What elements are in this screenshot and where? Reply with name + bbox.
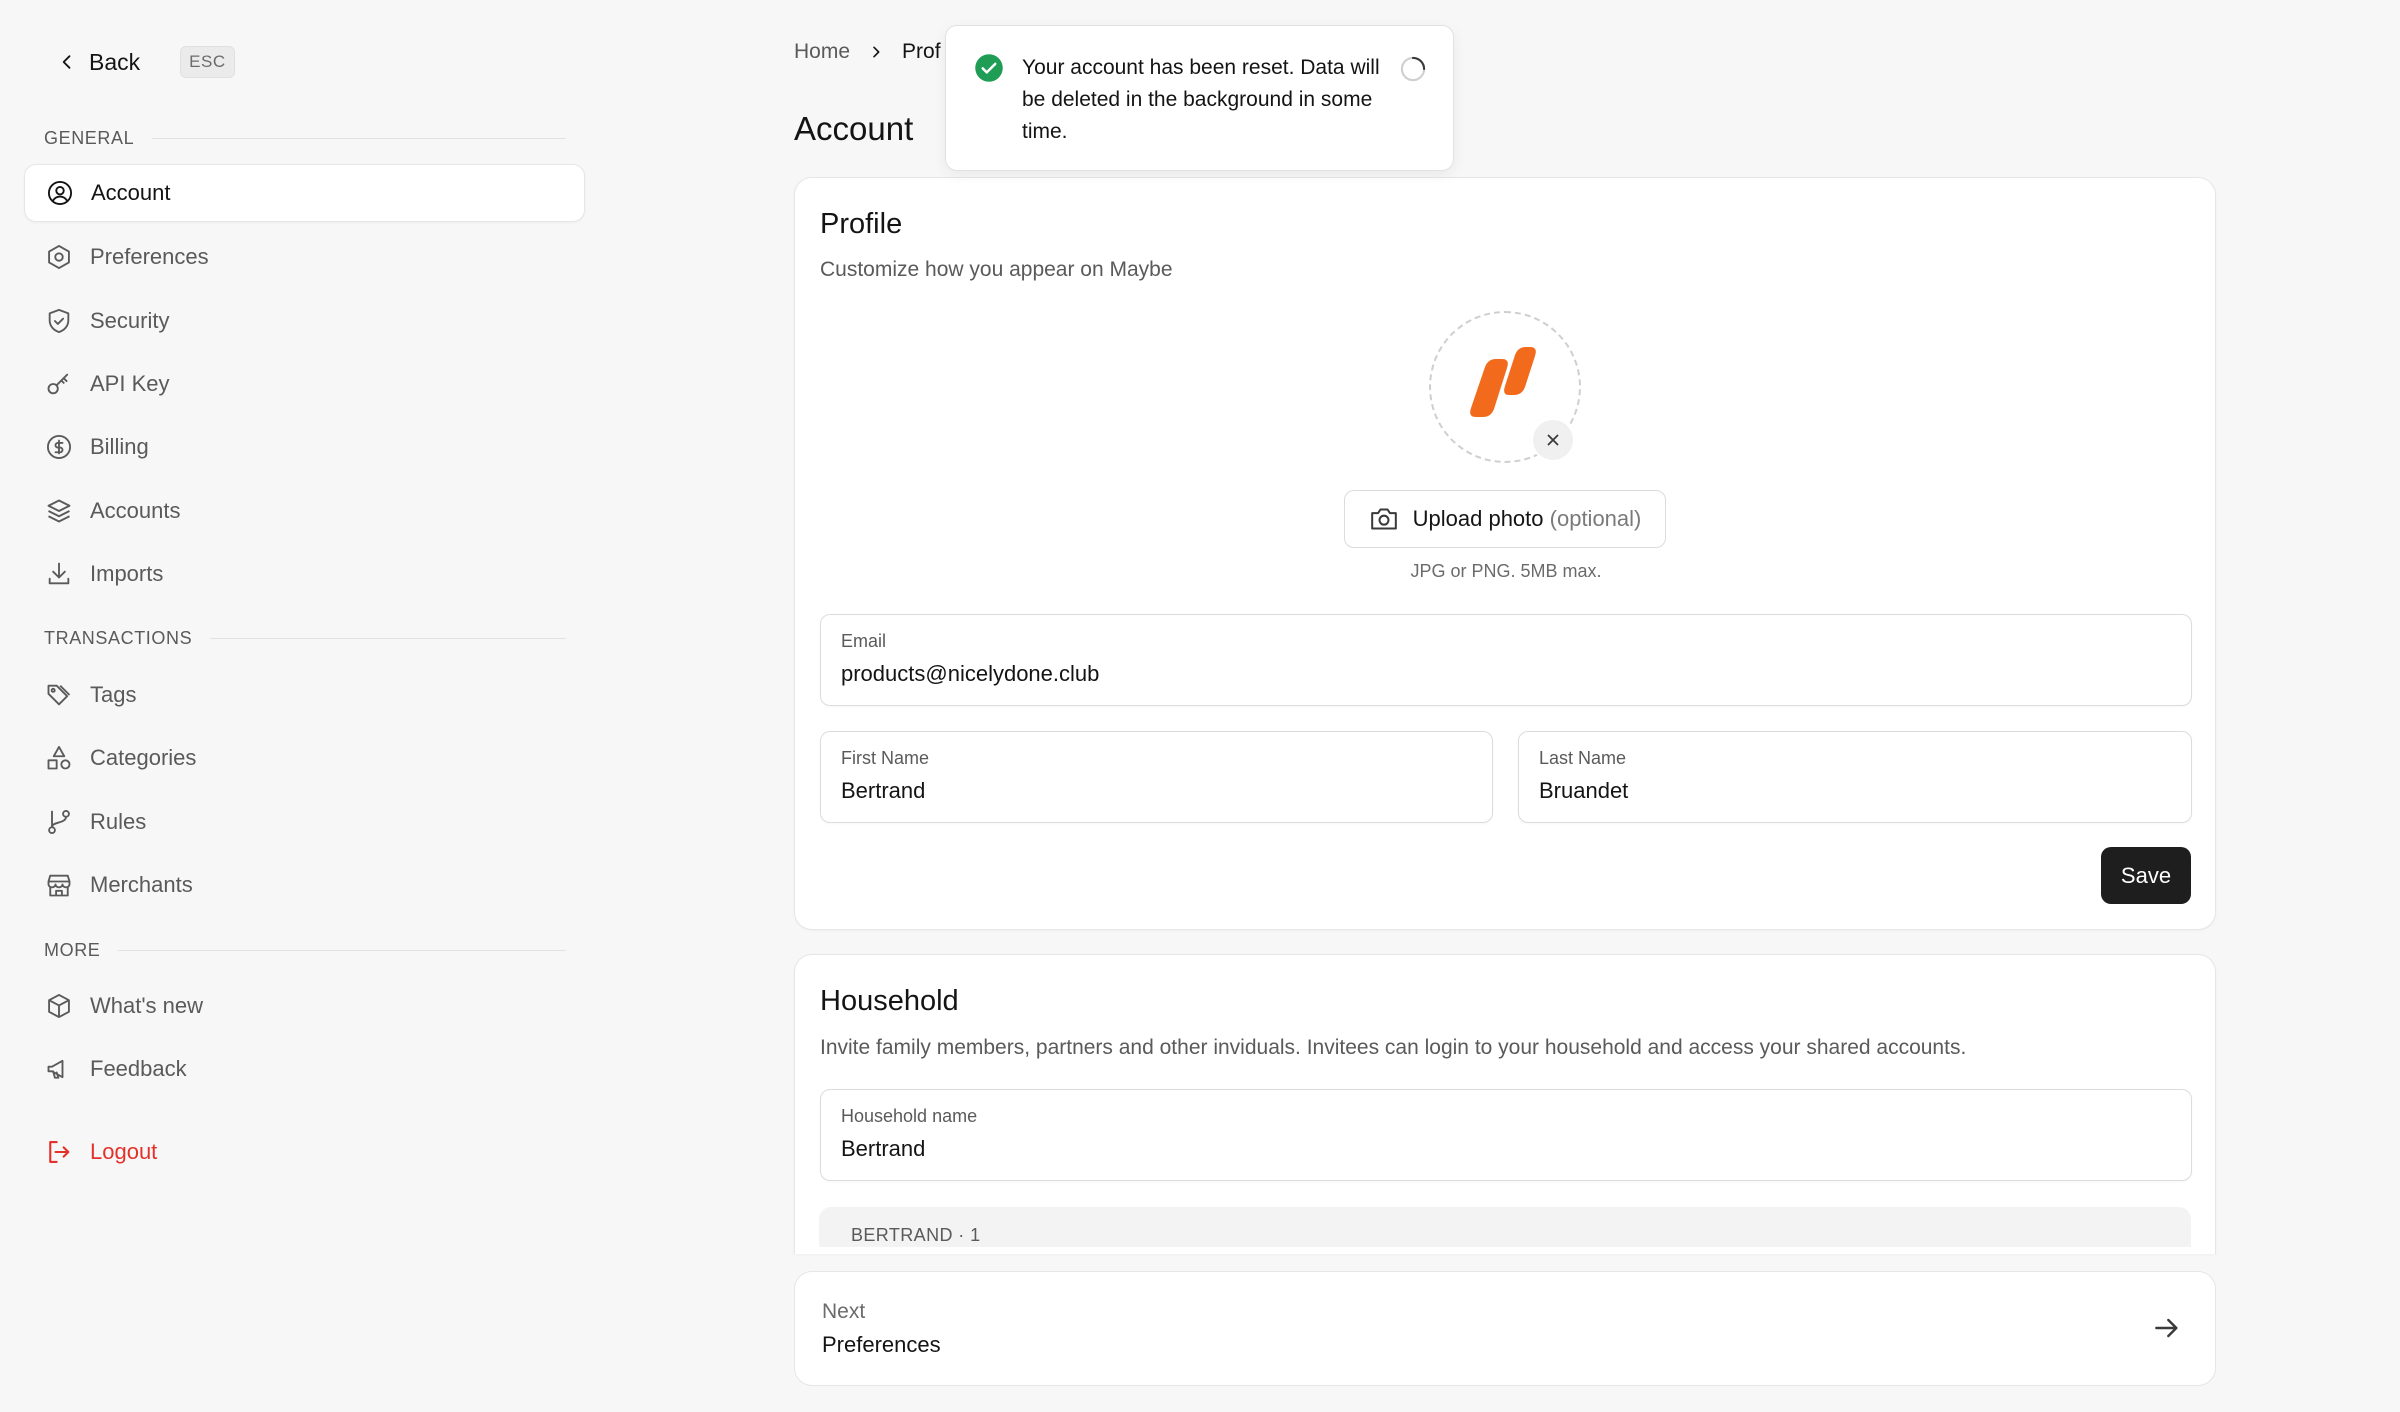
sidebar-item-feedback[interactable]: Feedback [24,1040,585,1098]
page-title: Account [794,110,914,147]
shapes-icon [44,743,74,773]
sidebar-item-whats-new[interactable]: What's new [24,977,585,1035]
toast-message: Your account has been reset. Data will b… [1022,56,1380,143]
sidebar-item-preferences[interactable]: Preferences [24,228,585,286]
sidebar-item-label: Account [91,180,171,205]
breadcrumb-home[interactable]: Home [794,40,850,64]
success-toast: Your account has been reset. Data will b… [945,25,1454,171]
back-button[interactable]: Back [57,49,140,76]
sidebar-item-billing[interactable]: Billing [24,418,585,476]
first-name-input[interactable] [841,778,1472,804]
upload-optional-text: (optional) [1549,506,1642,531]
user-circle-icon [45,178,75,208]
first-name-field[interactable]: First Name [820,731,1493,823]
divider [210,638,566,639]
close-icon [1544,431,1562,449]
last-name-field[interactable]: Last Name [1518,731,2192,823]
dollar-circle-icon [44,432,74,462]
sidebar-item-merchants[interactable]: Merchants [24,856,585,914]
sidebar-item-label: Tags [90,682,137,707]
tags-icon [44,680,74,710]
store-icon [44,870,74,900]
key-icon [44,369,74,399]
divider [118,950,566,951]
section-label: TRANSACTIONS [44,628,193,648]
settings-sidebar: Back ESC GENERAL Account Preferences Sec… [0,0,600,1412]
upload-photo-label: Upload photo (optional) [1413,506,1642,532]
section-header-transactions: TRANSACTIONS [44,628,566,649]
profile-title: Profile [820,208,903,240]
next-page-link[interactable]: Next Preferences [794,1271,2216,1386]
sidebar-item-categories[interactable]: Categories [24,729,585,787]
upload-label-text: Upload photo [1412,506,1544,531]
sidebar-item-label: Preferences [90,244,209,269]
sidebar-item-api-key[interactable]: API Key [24,355,585,413]
sidebar-item-logout[interactable]: Logout [24,1123,585,1181]
download-icon [44,559,74,589]
section-header-more: MORE [44,940,566,961]
sidebar-item-label: Feedback [90,1056,187,1081]
upload-hint: JPG or PNG. 5MB max. [1410,561,1602,581]
back-row: Back ESC [57,42,235,82]
profile-subtitle: Customize how you appear on Maybe [820,258,1173,281]
last-name-input[interactable] [1539,778,2171,804]
email-input[interactable] [841,661,2171,687]
back-label: Back [89,48,141,75]
household-members-header: BERTRAND · 1 [819,1207,2191,1247]
layers-icon [44,496,74,526]
sidebar-item-label: Merchants [90,872,193,897]
sidebar-item-label: Rules [90,809,147,834]
box-icon [44,991,74,1021]
save-button[interactable]: Save [2101,847,2191,904]
household-name-input[interactable] [841,1136,2171,1162]
sidebar-item-label: Security [90,308,170,333]
esc-shortcut-badge: ESC [180,46,235,78]
last-name-label: Last Name [1539,748,1627,768]
next-label: Next [822,1300,866,1323]
logout-icon [44,1137,74,1167]
sidebar-item-account[interactable]: Account [24,164,585,222]
email-label: Email [841,631,887,651]
shield-check-icon [44,306,74,336]
section-label: GENERAL [44,128,135,148]
sidebar-item-imports[interactable]: Imports [24,545,585,603]
sidebar-item-label: Imports [90,561,164,586]
sidebar-item-label: Categories [90,745,197,770]
sidebar-item-label: Billing [90,434,149,459]
sidebar-item-label: Logout [90,1139,158,1164]
sidebar-item-label: What's new [90,993,204,1018]
profile-card: Profile Customize how you appear on Mayb… [794,177,2216,930]
section-header-general: GENERAL [44,128,566,149]
maybe-logo-icon [1460,347,1550,427]
dismiss-timer-icon[interactable] [1399,55,1427,83]
megaphone-icon [44,1054,74,1084]
household-name-label: Household name [841,1106,978,1126]
sidebar-item-security[interactable]: Security [24,292,585,350]
breadcrumb-current: Prof [902,40,941,63]
success-check-icon [974,53,1004,83]
camera-icon [1369,506,1399,532]
household-name-field[interactable]: Household name [820,1089,2192,1181]
chevron-right-icon [868,44,884,60]
household-subtitle: Invite family members, partners and othe… [820,1036,1967,1059]
settings-hexagon-icon [44,242,74,272]
remove-avatar-button[interactable] [1531,418,1575,462]
upload-photo-button[interactable]: Upload photo (optional) [1344,490,1666,548]
household-title: Household [820,985,959,1017]
sidebar-item-tags[interactable]: Tags [24,666,585,724]
sidebar-item-accounts[interactable]: Accounts [24,482,585,540]
chevron-left-icon [57,52,77,72]
next-target: Preferences [822,1332,941,1357]
section-label: MORE [44,940,101,960]
sidebar-item-label: Accounts [90,498,181,523]
email-field[interactable]: Email [820,614,2192,706]
sidebar-item-label: API Key [90,371,170,396]
members-header-label: BERTRAND · 1 [851,1225,981,1245]
arrow-right-icon [2151,1312,2183,1344]
git-branch-icon [44,807,74,837]
breadcrumb: Home Prof [794,40,941,64]
sidebar-item-rules[interactable]: Rules [24,793,585,851]
first-name-label: First Name [841,748,930,768]
divider [152,138,566,139]
